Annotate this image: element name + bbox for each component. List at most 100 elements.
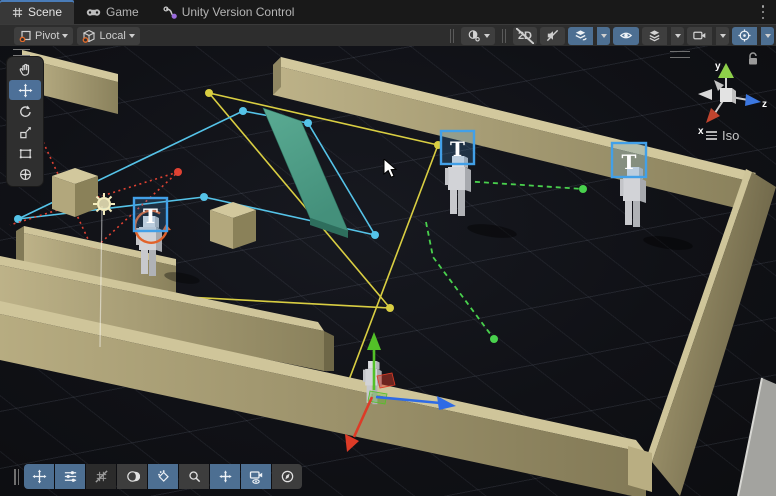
camera-icon [692,28,707,43]
agent-badge-1[interactable]: T [134,198,167,231]
dropdown-caret-icon [601,34,607,38]
pivot-label: Pivot [35,30,59,42]
shadow [466,222,517,241]
dropdown-caret-icon [675,34,681,38]
scale-icon [18,125,33,140]
gizmo-center-cube[interactable] [720,88,732,102]
draw-mode-button[interactable] [461,27,495,45]
orientation-overlay-handle[interactable] [670,51,690,58]
axis-x-label: x [698,126,704,137]
scene-grid-icon [12,7,23,18]
camera-eye-icon [248,469,264,485]
move-small-icon [219,470,232,483]
axis-z-label: z [762,99,767,110]
scene-art: T T T [0,46,776,496]
toolbar-right-group: 2D [446,27,776,45]
compass-icon [280,469,295,484]
hand-icon [18,62,33,77]
axis-y-label: y [715,61,721,72]
bottom-overlay-handle[interactable] [14,469,19,485]
wall-fragment-gray[interactable] [738,378,776,496]
axis-negative-cone[interactable] [698,89,712,100]
tab-version-control-label: Unity Version Control [182,5,295,19]
hand-tool-button[interactable] [9,59,41,79]
dropdown-caret-icon [484,34,490,38]
tab-game-label: Game [106,5,139,19]
move-tool-button[interactable] [9,80,41,100]
scene-viewport[interactable]: T T T [0,46,776,496]
pivot-rect-icon [19,29,32,42]
local-label: Local [99,30,125,42]
lock-icon[interactable] [747,52,759,66]
camera-dropdown[interactable] [716,27,729,45]
gizmos-button[interactable] [732,27,757,45]
svg-text:T: T [622,150,637,174]
render-sphere-button[interactable] [117,464,147,489]
move-icon [18,83,33,98]
cube-small-left[interactable] [52,168,98,217]
rotate-icon [18,104,33,119]
scale-tool-button[interactable] [9,122,41,142]
cube-icon [82,29,96,43]
grid-snapping-button[interactable] [86,464,116,489]
navigation-compass-button[interactable] [272,464,302,489]
shaded-sphere-icon [466,28,481,43]
svg-text:T: T [450,137,465,161]
gizmos-dropdown[interactable] [761,27,774,45]
wall-top[interactable] [273,57,756,211]
gizmo-sphere-icon [737,28,752,43]
tab-game[interactable]: Game [74,0,151,24]
search-icon [187,469,202,484]
audio-toggle-button[interactable] [540,27,565,45]
local-button[interactable]: Local [77,27,139,45]
search-button[interactable] [179,464,209,489]
window-menu-icon[interactable] [758,5,768,19]
bottom-overlay-toolbar [14,464,302,489]
cube-small-center[interactable] [210,202,256,249]
dropdown-caret-icon [765,34,771,38]
particles-icon [156,469,171,484]
dropdown-caret-icon [62,34,68,38]
move-gizmo-plane-xz[interactable] [377,373,395,388]
eye-icon [618,28,634,43]
scene-visibility-button[interactable] [613,27,639,45]
2d-toggle-button[interactable]: 2D [513,27,537,45]
scene-toolbar: Pivot Local [0,24,776,46]
layers-icon [647,28,662,43]
grid-snap-disabled-icon [94,469,109,484]
transform-icon [18,167,33,182]
axis-z-cone[interactable] [745,94,761,106]
dropdown-caret-icon [720,34,726,38]
particles-button[interactable] [148,464,178,489]
layers-dropdown[interactable] [671,27,684,45]
shadow [642,234,693,253]
transform-tool-button[interactable] [9,164,41,184]
svg-text:T: T [143,204,158,228]
rotate-tool-button[interactable] [9,101,41,121]
tab-version-control[interactable]: Unity Version Control [151,0,307,24]
transform-overlay-button[interactable] [210,464,240,489]
effects-toggle-button[interactable] [568,27,593,45]
projection-toggle[interactable]: Iso [706,128,739,143]
layers-button[interactable] [642,27,667,45]
overlay-drag-handle[interactable] [502,29,506,43]
game-icon [86,7,101,17]
tools-overlay-handle[interactable] [13,49,30,56]
tab-scene-label: Scene [28,5,62,19]
rect-tool-button[interactable] [9,143,41,163]
tool-settings-button[interactable] [55,464,85,489]
teal-plane-object[interactable] [263,108,348,238]
iso-bars-icon [706,131,717,140]
move-overlay-button[interactable] [24,464,54,489]
projection-label: Iso [722,128,739,143]
agent-badge-3[interactable]: T [612,143,646,177]
effects-dropdown[interactable] [597,27,610,45]
mouse-cursor [383,159,399,179]
pivot-button[interactable]: Pivot [14,27,73,45]
agent-badge-2[interactable]: T [441,131,474,164]
tab-scene[interactable]: Scene [0,0,74,24]
overlay-drag-handle[interactable] [450,29,454,43]
camera-view-button[interactable] [241,464,271,489]
camera-button[interactable] [687,27,712,45]
version-control-icon [163,6,177,19]
